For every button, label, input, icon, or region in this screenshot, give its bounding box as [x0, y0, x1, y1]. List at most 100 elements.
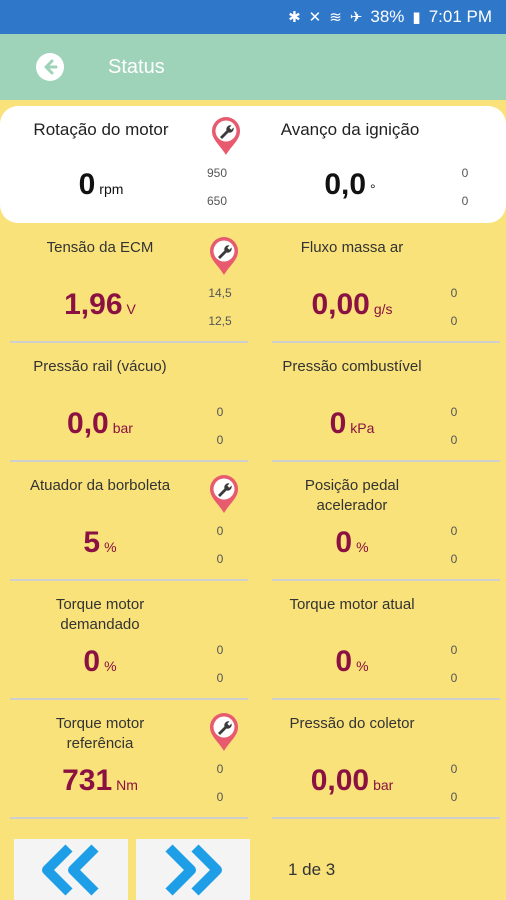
cell-min: 0	[450, 552, 458, 566]
cell-label: Atuador da borboleta	[29, 477, 171, 494]
mute-icon: ✕	[308, 8, 322, 26]
cell-value: 0%	[0, 645, 200, 679]
cell-label: Torque motor referência	[55, 715, 145, 752]
cell-value: 0,00 bar	[262, 764, 442, 798]
divider	[10, 460, 248, 462]
value-number: 0,0	[67, 407, 109, 440]
value-unit: %	[104, 658, 117, 674]
cell-min: 0	[461, 194, 469, 208]
primary-status-panel: Rotação do motor 0 rpm 950 650 Avanço da …	[0, 106, 506, 223]
value-unit: Nm	[116, 777, 138, 793]
cell-value: 0,0 °	[260, 168, 440, 202]
divider	[272, 698, 500, 700]
page-indicator: 1 de 3	[288, 860, 336, 879]
divider	[10, 341, 248, 343]
value-number: 0	[329, 407, 347, 440]
value-unit: bar	[373, 777, 394, 793]
cell-max: 0	[450, 405, 458, 419]
value-unit: %	[104, 539, 117, 555]
value-number: 0,0	[324, 168, 367, 201]
value-unit: %	[356, 539, 369, 555]
back-arrow-icon	[44, 59, 58, 75]
divider	[10, 579, 248, 581]
cell-max: 0	[216, 762, 224, 776]
wrench-pin-icon[interactable]	[208, 712, 240, 752]
value-number: 731	[62, 764, 113, 797]
cell-max: 0	[450, 286, 458, 300]
cell-ignition-advance: Avanço da ignição 0,0 ° 0 0	[260, 106, 506, 223]
previous-page-button[interactable]	[14, 839, 128, 900]
cell-label: Rotação do motor	[33, 120, 169, 139]
cell-label: Posição pedal acelerador	[304, 477, 400, 514]
cell-engine-rpm: Rotação do motor 0 rpm 950 650	[0, 106, 240, 223]
divider	[10, 817, 248, 819]
page-title: Status	[108, 55, 165, 78]
cell-max: 0	[216, 405, 224, 419]
value-unit: V	[126, 301, 136, 317]
value-unit: rpm	[99, 181, 124, 197]
next-page-button[interactable]	[136, 839, 250, 900]
parameter-cell: Pressão combustível 0 kPa 0 0	[262, 345, 500, 462]
value-number: 1,96	[64, 288, 123, 321]
parameter-cell: Fluxo massa ar 0,00 g/s 0 0	[262, 226, 500, 343]
cell-max: 0	[216, 643, 224, 657]
divider	[272, 341, 500, 343]
cell-label: Tensão da ECM	[46, 239, 154, 256]
cell-min: 0	[450, 433, 458, 447]
cell-max: 0	[450, 524, 458, 538]
value-unit: %	[356, 658, 369, 674]
battery-icon: ▮	[412, 8, 421, 26]
double-chevron-left-icon	[42, 843, 99, 896]
wrench-pin-icon[interactable]	[208, 236, 240, 276]
bluetooth-icon: ✱	[288, 8, 301, 26]
airplane-icon: ✈	[349, 8, 363, 26]
cell-label: Avanço da ignição	[280, 120, 420, 139]
cell-max: 0	[450, 762, 458, 776]
value-number: 0	[335, 645, 353, 678]
cell-max: 0	[450, 643, 458, 657]
value-number: 0,00	[310, 764, 370, 797]
status-bar: ✱ ✕ ≋ ✈ 38% ▮ 7:01 PM	[0, 0, 506, 34]
cell-value: 0,0 bar	[0, 407, 200, 441]
value-unit: °	[370, 181, 376, 197]
value-number: 0,00	[311, 288, 370, 321]
cell-value: 0%	[262, 645, 442, 679]
app-bar: Status	[0, 34, 506, 100]
cell-min: 650	[206, 194, 228, 208]
cell-min: 0	[450, 314, 458, 328]
wrench-pin-icon[interactable]	[210, 116, 242, 156]
cell-min: 0	[216, 671, 224, 685]
divider	[272, 460, 500, 462]
parameter-cell: Pressão do coletor 0,00 bar 0 0	[262, 702, 500, 819]
value-unit: g/s	[373, 301, 393, 317]
cell-label: Fluxo massa ar	[300, 239, 404, 256]
value-number: 5	[83, 526, 101, 559]
cell-min: 0	[450, 671, 458, 685]
cell-min: 0	[216, 433, 224, 447]
cell-value: 5%	[0, 526, 200, 560]
cell-value: 0 kPa	[262, 407, 442, 441]
parameter-cell: Torque motor atual 0% 0 0	[262, 583, 500, 700]
divider	[10, 698, 248, 700]
divider	[272, 579, 500, 581]
cell-value: 0,00 g/s	[262, 288, 442, 322]
double-chevron-right-icon	[165, 843, 222, 896]
cell-max: 14,5	[208, 286, 232, 300]
wrench-pin-icon[interactable]	[208, 474, 240, 514]
clock: 7:01 PM	[428, 7, 492, 26]
cell-min: 0	[216, 790, 224, 804]
back-button[interactable]	[36, 53, 64, 81]
parameter-cell: Posição pedal acelerador 0% 0 0	[262, 464, 500, 581]
divider	[272, 817, 500, 819]
cell-min: 0	[216, 552, 224, 566]
cell-min: 0	[450, 790, 458, 804]
cell-label: Pressão rail (vácuo)	[33, 358, 167, 375]
value-number: 0	[83, 645, 101, 678]
cell-value: 731 Nm	[0, 764, 200, 798]
value-number: 0	[335, 526, 353, 559]
cell-value: 0 rpm	[0, 168, 202, 202]
cell-max: 0	[461, 166, 469, 180]
value-unit: kPa	[350, 420, 375, 436]
parameter-cell: Torque motor demandado 0% 0 0	[0, 583, 248, 700]
cell-min: 12,5	[208, 314, 232, 328]
